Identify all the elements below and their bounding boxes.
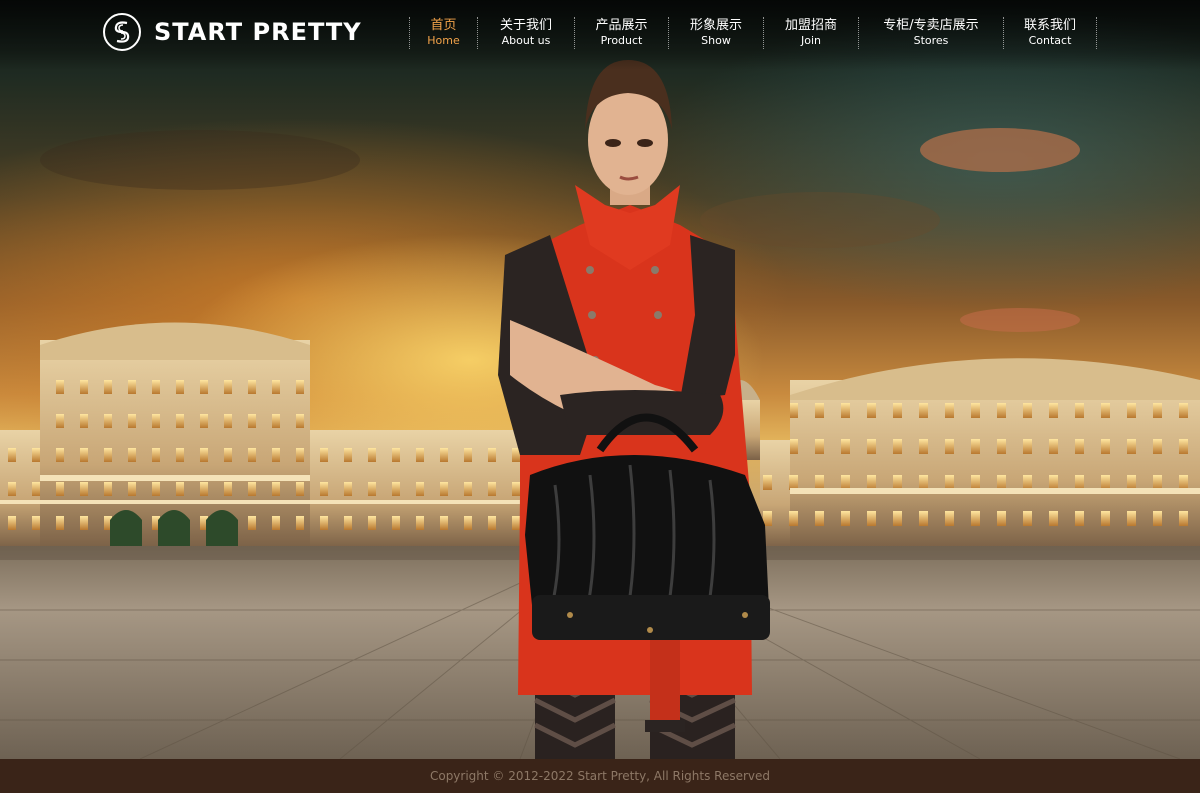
site-header: START PRETTY 首页 Home 关于我们 About us 产品展示 … [0,0,1200,70]
nav-item-cn-label: 加盟招商 [784,18,837,33]
copyright-text: Copyright © 2012-2022 Start Pretty, All … [429,769,771,783]
site-footer: Copyright © 2012-2022 Start Pretty, All … [0,759,1200,793]
nav-item-show[interactable]: 形象展示 Show [669,17,764,49]
nav-item-product[interactable]: 产品展示 Product [575,17,669,49]
nav-item-cn-label: 产品展示 [595,18,648,33]
nav-item-cn-label: 关于我们 [499,18,552,33]
nav-item-en-label: About us [501,34,551,47]
nav-item-cn-label: 专柜/专卖店展示 [883,18,979,33]
nav-item-home[interactable]: 首页 Home [410,17,478,49]
nav-item-en-label: Product [600,34,643,47]
nav-item-contact[interactable]: 联系我们 Contact [1004,17,1097,49]
nav-item-en-label: Join [800,34,821,47]
nav-item-about[interactable]: 关于我们 About us [478,17,575,49]
nav-item-en-label: Stores [913,34,949,47]
fashion-model-image [498,60,770,759]
nav-item-en-label: Show [701,34,731,47]
brand-name: START PRETTY [154,18,362,46]
nav-item-cn-label: 首页 [430,18,457,33]
nav-item-cn-label: 形象展示 [689,18,742,33]
nav-item-en-label: Contact [1028,34,1072,47]
main-nav: 首页 Home 关于我们 About us 产品展示 Product 形象展示 … [409,17,1097,49]
brand-logo[interactable]: START PRETTY [102,12,362,52]
nav-item-en-label: Home [427,34,460,47]
ss-monogram-icon [103,13,141,51]
nav-item-join[interactable]: 加盟招商 Join [764,17,859,49]
nav-item-cn-label: 联系我们 [1023,18,1076,33]
nav-item-stores[interactable]: 专柜/专卖店展示 Stores [859,17,1004,49]
home-page: START PRETTY 首页 Home 关于我们 About us 产品展示 … [0,0,1200,793]
